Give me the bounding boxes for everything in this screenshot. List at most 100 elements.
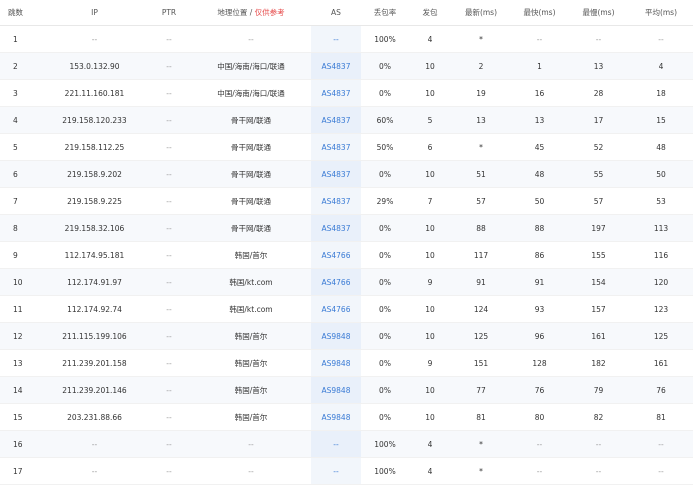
worst-cell: -- xyxy=(568,457,629,485)
hop-cell: 15 xyxy=(0,403,42,431)
hop-cell: 12 xyxy=(0,322,42,350)
sent-cell: 10 xyxy=(409,322,451,350)
best-cell: 50 xyxy=(511,187,568,215)
table-row: 5 219.158.112.25 -- 骨干网/联通 AS4837 50% 6 * 45 52 48 xyxy=(0,133,693,161)
table-row: 14 211.239.201.146 -- 韩国/首尔 AS9848 0% 10 77 76 79… xyxy=(0,376,693,404)
table-row: 8 219.158.32.106 -- 骨干网/联通 AS4837 0% 10 88 88 197… xyxy=(0,214,693,242)
ptr-cell: -- xyxy=(147,403,191,431)
as-cell[interactable]: AS4837 xyxy=(311,79,361,107)
worst-cell: -- xyxy=(568,430,629,458)
hop-cell: 1 xyxy=(0,25,42,53)
header-hop[interactable]: 跳数 xyxy=(0,0,42,26)
ip-cell: 219.158.32.106 xyxy=(42,214,147,242)
loss-cell: 0% xyxy=(361,376,409,404)
table-row: 13 211.239.201.158 -- 韩国/首尔 AS9848 0% 9 151 128 1… xyxy=(0,349,693,377)
ip-cell: 211.239.201.158 xyxy=(42,349,147,377)
avg-cell: 48 xyxy=(629,133,693,161)
as-cell[interactable]: AS4837 xyxy=(311,133,361,161)
sent-cell: 10 xyxy=(409,403,451,431)
header-best[interactable]: 最快(ms) xyxy=(511,0,568,26)
loss-cell: 0% xyxy=(361,268,409,296)
worst-cell: 57 xyxy=(568,187,629,215)
ptr-cell: -- xyxy=(147,160,191,188)
as-cell[interactable]: AS4766 xyxy=(311,295,361,323)
loss-cell: 0% xyxy=(361,349,409,377)
hop-cell: 14 xyxy=(0,376,42,404)
last-cell: 77 xyxy=(451,376,511,404)
hop-cell: 6 xyxy=(0,160,42,188)
header-as[interactable]: AS xyxy=(311,0,361,26)
best-cell: 80 xyxy=(511,403,568,431)
best-cell: 96 xyxy=(511,322,568,350)
loss-cell: 0% xyxy=(361,295,409,323)
table-row: 1 -- -- -- -- 100% 4 * -- -- -- xyxy=(0,25,693,53)
as-cell[interactable]: AS9848 xyxy=(311,349,361,377)
header-last[interactable]: 最新(ms) xyxy=(451,0,511,26)
table-row: 17 -- -- -- -- 100% 4 * -- -- -- xyxy=(0,457,693,485)
as-cell: -- xyxy=(311,457,361,485)
geo-cell: 韩国/首尔 xyxy=(191,241,311,269)
header-ptr[interactable]: PTR xyxy=(147,0,191,26)
loss-cell: 100% xyxy=(361,430,409,458)
hop-cell: 5 xyxy=(0,133,42,161)
hop-cell: 4 xyxy=(0,106,42,134)
last-cell: 19 xyxy=(451,79,511,107)
as-cell[interactable]: AS4837 xyxy=(311,106,361,134)
sent-cell: 4 xyxy=(409,25,451,53)
worst-cell: 161 xyxy=(568,322,629,350)
ptr-cell: -- xyxy=(147,79,191,107)
as-cell[interactable]: AS4837 xyxy=(311,187,361,215)
worst-cell: 82 xyxy=(568,403,629,431)
header-worst[interactable]: 最慢(ms) xyxy=(568,0,629,26)
geo-cell: 中国/海南/海口/联通 xyxy=(191,79,311,107)
last-cell: 51 xyxy=(451,160,511,188)
loss-cell: 0% xyxy=(361,79,409,107)
as-cell[interactable]: AS4766 xyxy=(311,241,361,269)
loss-cell: 29% xyxy=(361,187,409,215)
sent-cell: 9 xyxy=(409,268,451,296)
geo-cell: 韩国/kt.com xyxy=(191,295,311,323)
table-row: 6 219.158.9.202 -- 骨干网/联通 AS4837 0% 10 51 48 55 50 xyxy=(0,160,693,188)
best-cell: 88 xyxy=(511,214,568,242)
geo-cell: 骨干网/联通 xyxy=(191,160,311,188)
ip-cell: 221.11.160.181 xyxy=(42,79,147,107)
avg-cell: 53 xyxy=(629,187,693,215)
ptr-cell: -- xyxy=(147,322,191,350)
sent-cell: 9 xyxy=(409,349,451,377)
as-cell: -- xyxy=(311,430,361,458)
header-geo-label: 地理位置 xyxy=(217,8,248,17)
best-cell: 16 xyxy=(511,79,568,107)
as-cell[interactable]: AS9848 xyxy=(311,322,361,350)
header-sent[interactable]: 发包 xyxy=(409,0,451,26)
header-ip[interactable]: IP xyxy=(42,0,147,26)
as-cell[interactable]: AS9848 xyxy=(311,376,361,404)
best-cell: 13 xyxy=(511,106,568,134)
ip-cell: -- xyxy=(42,457,147,485)
sent-cell: 10 xyxy=(409,79,451,107)
loss-cell: 0% xyxy=(361,241,409,269)
ptr-cell: -- xyxy=(147,268,191,296)
ptr-cell: -- xyxy=(147,52,191,80)
header-loss[interactable]: 丢包率 xyxy=(361,0,409,26)
ip-cell: 211.239.201.146 xyxy=(42,376,147,404)
ip-cell: -- xyxy=(42,25,147,53)
geo-cell: 韩国/首尔 xyxy=(191,376,311,404)
best-cell: -- xyxy=(511,25,568,53)
ptr-cell: -- xyxy=(147,214,191,242)
as-cell[interactable]: AS4837 xyxy=(311,52,361,80)
as-cell[interactable]: AS4766 xyxy=(311,268,361,296)
geo-cell: -- xyxy=(191,430,311,458)
geo-cell: 韩国/首尔 xyxy=(191,403,311,431)
last-cell: 88 xyxy=(451,214,511,242)
worst-cell: 17 xyxy=(568,106,629,134)
sent-cell: 5 xyxy=(409,106,451,134)
as-cell[interactable]: AS9848 xyxy=(311,403,361,431)
geo-cell: 骨干网/联通 xyxy=(191,214,311,242)
avg-cell: -- xyxy=(629,457,693,485)
header-geo[interactable]: 地理位置 / 仅供参考 xyxy=(191,0,311,26)
ip-cell: 211.115.199.106 xyxy=(42,322,147,350)
as-cell[interactable]: AS4837 xyxy=(311,214,361,242)
as-cell[interactable]: AS4837 xyxy=(311,160,361,188)
header-avg[interactable]: 平均(ms) xyxy=(629,0,693,26)
worst-cell: 155 xyxy=(568,241,629,269)
